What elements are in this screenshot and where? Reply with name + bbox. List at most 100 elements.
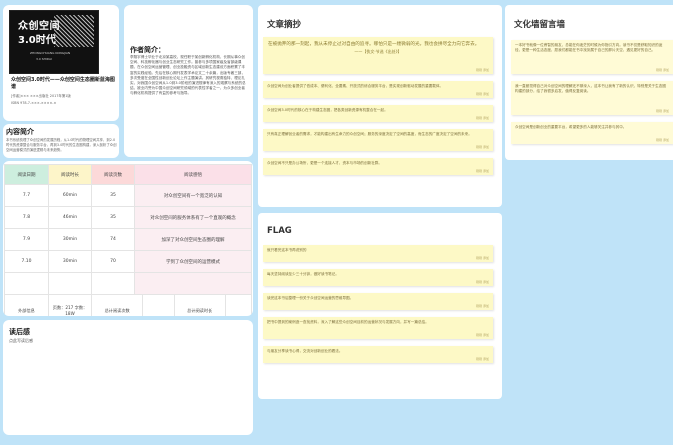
cell-pages[interactable]: 35: [91, 184, 135, 207]
author-bio: 李翔宇博士毕业于北京某高校，现任职于某创新孵化机构，长期从事众创空间、科技孵化器…: [130, 55, 246, 96]
table-row: 7.10 30min 70 学到了众创空间的运营模式: [4, 250, 252, 273]
total-time-value[interactable]: [226, 295, 251, 316]
note-time: 刚刚 添加: [476, 169, 489, 173]
note-text: 众创空间不只是办公场所，更是一个连接人才、资本与市场的创新社群。: [267, 161, 382, 165]
note-text: 众创空间3.0时代的核心在于构建生态圈，把各类创新资源有机整合在一起。: [267, 108, 388, 112]
sticky-note[interactable]: 众创空间3.0时代的核心在于构建生态圈，把各类创新资源有机整合在一起。 刚刚 添…: [263, 105, 493, 122]
note-time: 刚刚 添加: [476, 116, 489, 120]
note-time: 刚刚 添加: [476, 357, 489, 361]
table-row: 7.8 46min 35 对众创空间的服务体系有了一个直观的概念: [4, 206, 252, 229]
wall-heading: 文化墙留言墙: [514, 20, 566, 30]
table-row: 7.9 30min 74 加深了对众创空间生态圈的理解: [4, 228, 252, 251]
cover-title-1: 众创空间: [18, 21, 60, 32]
sticky-note[interactable]: 众创空间为创业者提供了低成本、便利化、全要素、开放式的综合服务平台，是实现创新驱…: [263, 81, 493, 98]
cell-date[interactable]: 7.10: [4, 250, 49, 273]
cell-duration[interactable]: 46min: [48, 206, 92, 229]
note-text: 每天坚持阅读至少三十分钟，做好读书笔记。: [267, 272, 339, 276]
note-time: 刚刚 添加: [476, 304, 489, 308]
reflection-input[interactable]: 点此写读后感: [9, 338, 33, 344]
cell-duration[interactable]: 60min: [48, 184, 92, 207]
header-pages: 阅读页数: [91, 164, 135, 185]
cell-date[interactable]: [4, 272, 49, 295]
reflection-heading: 读后感: [9, 328, 30, 336]
note-source: ——【佚文·节选《出处》】: [354, 48, 402, 54]
table-footer-row: 外部信息 页数：217 字数：18W 总计阅读次数 总计阅读时长: [4, 294, 252, 316]
cell-note[interactable]: 加深了对众创空间生态圈的理解: [134, 228, 252, 251]
note-time: 刚刚 添加: [476, 280, 489, 284]
sticky-note[interactable]: 只有真正理解创业者的需求，才能构建出有生命力的众创空间；服务的深度决定了空间的高…: [263, 129, 493, 151]
excerpt-heading: 文章摘抄: [267, 20, 302, 30]
book-title: 众创空间3.0时代——众创空间生态圈新蓝海图谱: [11, 77, 115, 90]
note-text: 众创空间是创新创业的重要平台，希望更多的人能够关注并参与其中。: [515, 125, 627, 129]
book-card: 众创空间 3.0时代 ZHONGCHUANG KONGJIAN 3.0 SHID…: [3, 5, 119, 121]
book-cover-image[interactable]: 众创空间 3.0时代 ZHONGCHUANG KONGJIAN 3.0 SHID…: [9, 10, 99, 74]
cell-pages[interactable]: [91, 272, 135, 295]
excerpt-notes: 在被抛弃的那一刻起，我从未停止过对自由的追寻。哪怕只是一缕微弱的光，我也会拼尽全…: [263, 37, 493, 182]
reflection-card: 读后感 点此写读后感: [3, 320, 253, 435]
reading-log-table: 阅读日期 阅读时长 阅读页数 阅读感悟 7.7 60min 35 对众创空间有一…: [4, 164, 252, 316]
cover-pattern: [54, 15, 94, 47]
sticky-note[interactable]: 在被抛弃的那一刻起，我从未停止过对自由的追寻。哪怕只是一缕微弱的光，我也会拼尽全…: [263, 37, 493, 74]
cell-date[interactable]: 7.8: [4, 206, 49, 229]
note-text: 在被抛弃的那一刻起，我从未停止过对自由的追寻。哪怕只是一缕微弱的光，我也会拼尽全…: [268, 42, 480, 47]
cell-note[interactable]: [134, 272, 252, 295]
note-time: 刚刚 添加: [656, 109, 669, 113]
note-text: 一本好书就像一位睿智的朋友，总能在你迷茫的时候为你指引方向。读书不仅是获取知识的…: [515, 43, 663, 53]
header-duration: 阅读时长: [48, 164, 92, 185]
sticky-note[interactable]: 众创空间是创新创业的重要平台，希望更多的人能够关注并参与其中。 刚刚 添加: [511, 122, 673, 144]
cover-line-1: ZHONGCHUANG KONGJIAN: [30, 51, 71, 55]
header-notes: 阅读感悟: [134, 164, 252, 185]
author-heading: 作者简介：: [130, 46, 165, 54]
sticky-note[interactable]: 读完这本书后整理一份关于众创空间运营的思维导图。 刚刚 添加: [263, 293, 493, 310]
total-count-label: 总计阅读次数: [92, 295, 144, 316]
cell-duration[interactable]: [48, 272, 92, 295]
sticky-note[interactable]: 众创空间不只是办公场所，更是一个连接人才、资本与市场的创新社群。 刚刚 添加: [263, 158, 493, 175]
sticky-note[interactable]: 与朋友分享读书心得，交流对创新创业的看法。 刚刚 添加: [263, 346, 493, 363]
note-text: 只有真正理解创业者的需求，才能构建出有生命力的众创空间；服务的深度决定了空间的高…: [267, 132, 472, 136]
note-time: 刚刚 添加: [476, 92, 489, 96]
note-time: 刚刚 添加: [476, 333, 489, 337]
book-meta: [作者]××× ×××出版社 2017年第1版: [11, 94, 71, 98]
cell-pages[interactable]: 74: [91, 228, 135, 251]
note-text: 就只看完这本书再说别的: [267, 248, 307, 252]
intro-card: 内容简介 本书系统梳理了众创空间的发展历程，从1.0时代的物理空间共享，到2.0…: [3, 124, 119, 158]
cover-line-2: 3.0 SHIDAI: [36, 57, 52, 61]
note-time: 刚刚 添加: [656, 68, 669, 72]
excerpt-panel: 文章摘抄 在被抛弃的那一刻起，我从未停止过对自由的追寻。哪怕只是一缕微弱的光，我…: [258, 5, 502, 207]
message-wall-panel: 文化墙留言墙 一本好书就像一位睿智的朋友，总能在你迷茫的时候为你指引方向。读书不…: [505, 5, 673, 160]
sticky-note[interactable]: 一本好书就像一位睿智的朋友，总能在你迷茫的时候为你指引方向。读书不仅是获取知识的…: [511, 40, 673, 74]
author-card: 作者简介： 李翔宇博士毕业于北京某高校，现任职于某创新孵化机构，长期从事众创空间…: [124, 5, 253, 157]
cell-note[interactable]: 对众创空间有一个宽泛的认知: [134, 184, 252, 207]
note-time: 刚刚 添加: [476, 68, 489, 72]
cell-pages[interactable]: 35: [91, 206, 135, 229]
cell-note[interactable]: 对众创空间的服务体系有了一个直观的概念: [134, 206, 252, 229]
cell-date[interactable]: 7.9: [4, 228, 49, 251]
flag-heading: FLAG: [267, 226, 292, 236]
table-row: [4, 272, 252, 295]
flag-panel: FLAG 就只看完这本书再说别的 刚刚 添加 每天坚持阅读至少三十分钟，做好读书…: [258, 213, 502, 399]
note-text: 把书中提到的案例逐一查找资料，深入了解这些众创空间目前的运营状况与发展方向，并写…: [267, 320, 429, 324]
sticky-note[interactable]: 每天坚持阅读至少三十分钟，做好读书笔记。 刚刚 添加: [263, 269, 493, 286]
footer-label: 外部信息: [4, 294, 49, 316]
note-text: 我一直都觉得自己对众创空间的理解还不够深入，这本书让我有了新的认识，特别是关于生…: [515, 84, 666, 94]
table-row: 7.7 60min 35 对众创空间有一个宽泛的认知: [4, 184, 252, 207]
intro-body: 本书系统梳理了众创空间的发展历程，从1.0时代的物理空间共享，到2.0时代的资源…: [6, 138, 117, 152]
reading-log-card: 阅读日期 阅读时长 阅读页数 阅读感悟 7.7 60min 35 对众创空间有一…: [3, 161, 253, 316]
total-count-value[interactable]: [143, 295, 175, 316]
book-isbn: ISBN 978-7-×××-××××-×: [11, 101, 57, 105]
cell-note[interactable]: 学到了众创空间的运营模式: [134, 250, 252, 273]
cell-date[interactable]: 7.7: [4, 184, 49, 207]
cell-duration[interactable]: 30min: [48, 250, 92, 273]
footer-stats: 页数：217 字数：18W: [48, 294, 92, 316]
wall-notes: 一本好书就像一位睿智的朋友，总能在你迷茫的时候为你指引方向。读书不仅是获取知识的…: [511, 40, 673, 151]
sticky-note[interactable]: 就只看完这本书再说别的 刚刚 添加: [263, 245, 493, 262]
flag-notes: 就只看完这本书再说别的 刚刚 添加 每天坚持阅读至少三十分钟，做好读书笔记。 刚…: [263, 245, 493, 370]
sticky-note[interactable]: 把书中提到的案例逐一查找资料，深入了解这些众创空间目前的运营状况与发展方向，并写…: [263, 317, 493, 339]
cell-pages[interactable]: 70: [91, 250, 135, 273]
cell-duration[interactable]: 30min: [48, 228, 92, 251]
header-date: 阅读日期: [4, 164, 49, 185]
intro-heading: 内容简介: [6, 128, 34, 136]
sticky-note[interactable]: 我一直都觉得自己对众创空间的理解还不够深入，这本书让我有了新的认识，特别是关于生…: [511, 81, 673, 115]
cover-title-2: 3.0时代: [18, 35, 56, 46]
note-time: 刚刚 添加: [476, 145, 489, 149]
